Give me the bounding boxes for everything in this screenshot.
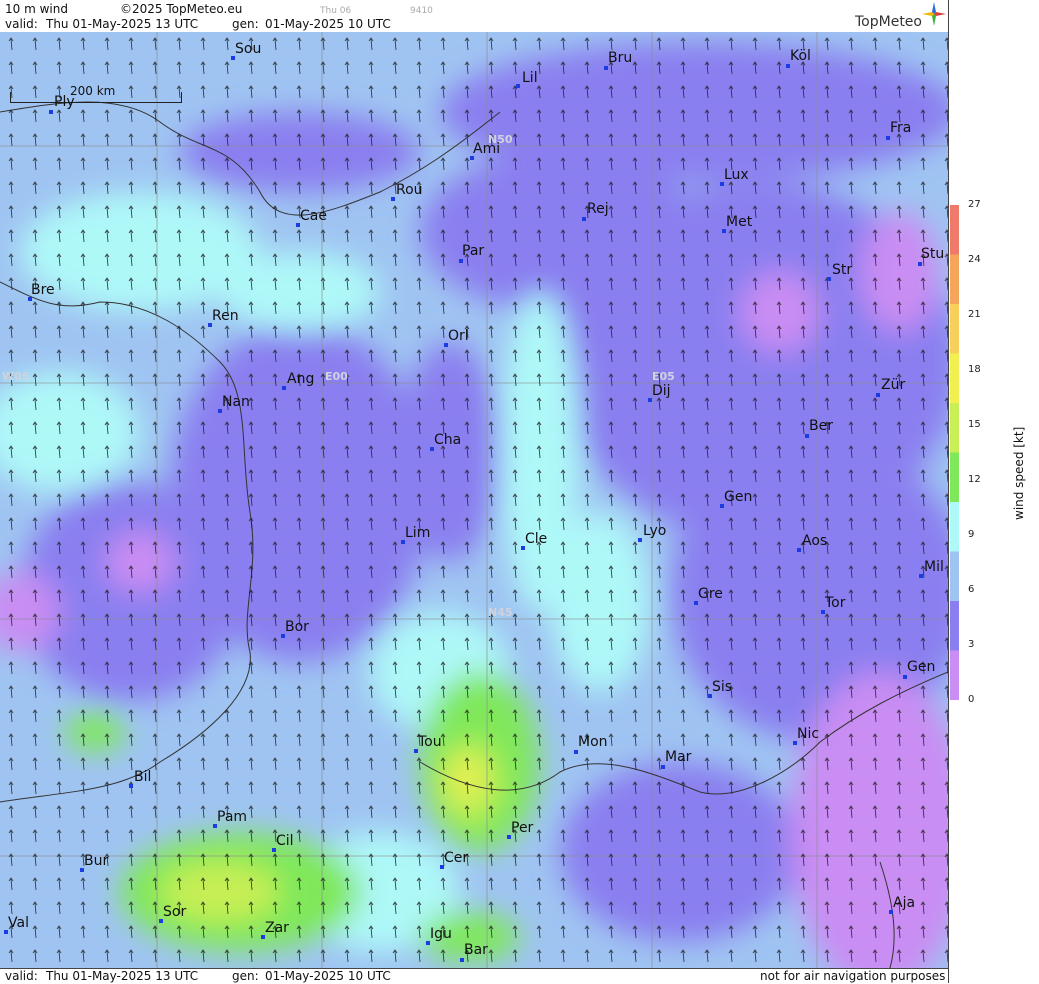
colorbar-segment (950, 304, 959, 354)
colorbar-segment (950, 551, 959, 602)
colorbar-tick-label: 18 (968, 364, 981, 375)
grid-label-n45: N45 (488, 606, 513, 619)
colorbar-tick-label: 0 (968, 694, 975, 705)
colorbar-tick-label: 6 (968, 584, 975, 595)
colorbar-title: wind speed [kt] (1012, 426, 1026, 520)
wind-field-layer (0, 32, 948, 968)
colorbar-segment (950, 254, 959, 305)
gen-label: gen: (232, 17, 259, 31)
colorbar-segment (950, 502, 959, 552)
footer-gen-label: gen: (232, 969, 259, 983)
wind-map[interactable]: 200 km N50 N45 W05 E00 E05 Sou Bru Köl L… (0, 32, 948, 968)
colorbar-tick-label: 21 (968, 309, 981, 320)
copyright: ©2025 TopMeteo.eu (120, 2, 243, 16)
colorbar-tick-label: 12 (968, 474, 981, 485)
colorbar-tick-label: 3 (968, 639, 975, 650)
map-header: 10 m wind ©2025 TopMeteo.eu Thu 06 9410 … (0, 0, 948, 32)
colorbar-segment (950, 601, 959, 651)
map-footer: valid: Thu 01-May-2025 13 UTC gen: 01-Ma… (0, 968, 948, 984)
valid-time: Thu 01-May-2025 13 UTC (46, 17, 199, 31)
colorbar-tick-label: 24 (968, 254, 981, 265)
day-label: Thu 06 (320, 6, 352, 16)
colorbar (950, 205, 959, 700)
footer-gen-time: 01-May-2025 10 UTC (265, 969, 391, 983)
code-label: 9410 (410, 6, 433, 16)
colorbar-segment (950, 205, 959, 255)
grid-label-w05: W05 (2, 370, 30, 383)
colorbar-segment (950, 650, 959, 700)
colorbar-tick-label: 27 (968, 199, 981, 210)
colorbar-tick-label: 15 (968, 419, 981, 430)
disclaimer: not for air navigation purposes (760, 969, 946, 983)
product-title: 10 m wind (5, 2, 68, 16)
colorbar-segment (950, 353, 959, 404)
topmeteo-logo: TopMeteo (855, 14, 922, 30)
scale-bar-label: 200 km (70, 84, 116, 98)
colorbar-segment (950, 452, 959, 503)
gen-time: 01-May-2025 10 UTC (265, 17, 391, 31)
footer-valid-label: valid: (5, 969, 38, 983)
colorbar-segment (950, 403, 959, 453)
grid-label-e00: E00 (325, 370, 348, 383)
colorbar-tick-label: 9 (968, 529, 975, 540)
compass-logo-icon (922, 2, 946, 26)
footer-valid-time: Thu 01-May-2025 13 UTC (46, 969, 199, 983)
valid-label: valid: (5, 17, 38, 31)
grid-label-e05: E05 (652, 370, 675, 383)
